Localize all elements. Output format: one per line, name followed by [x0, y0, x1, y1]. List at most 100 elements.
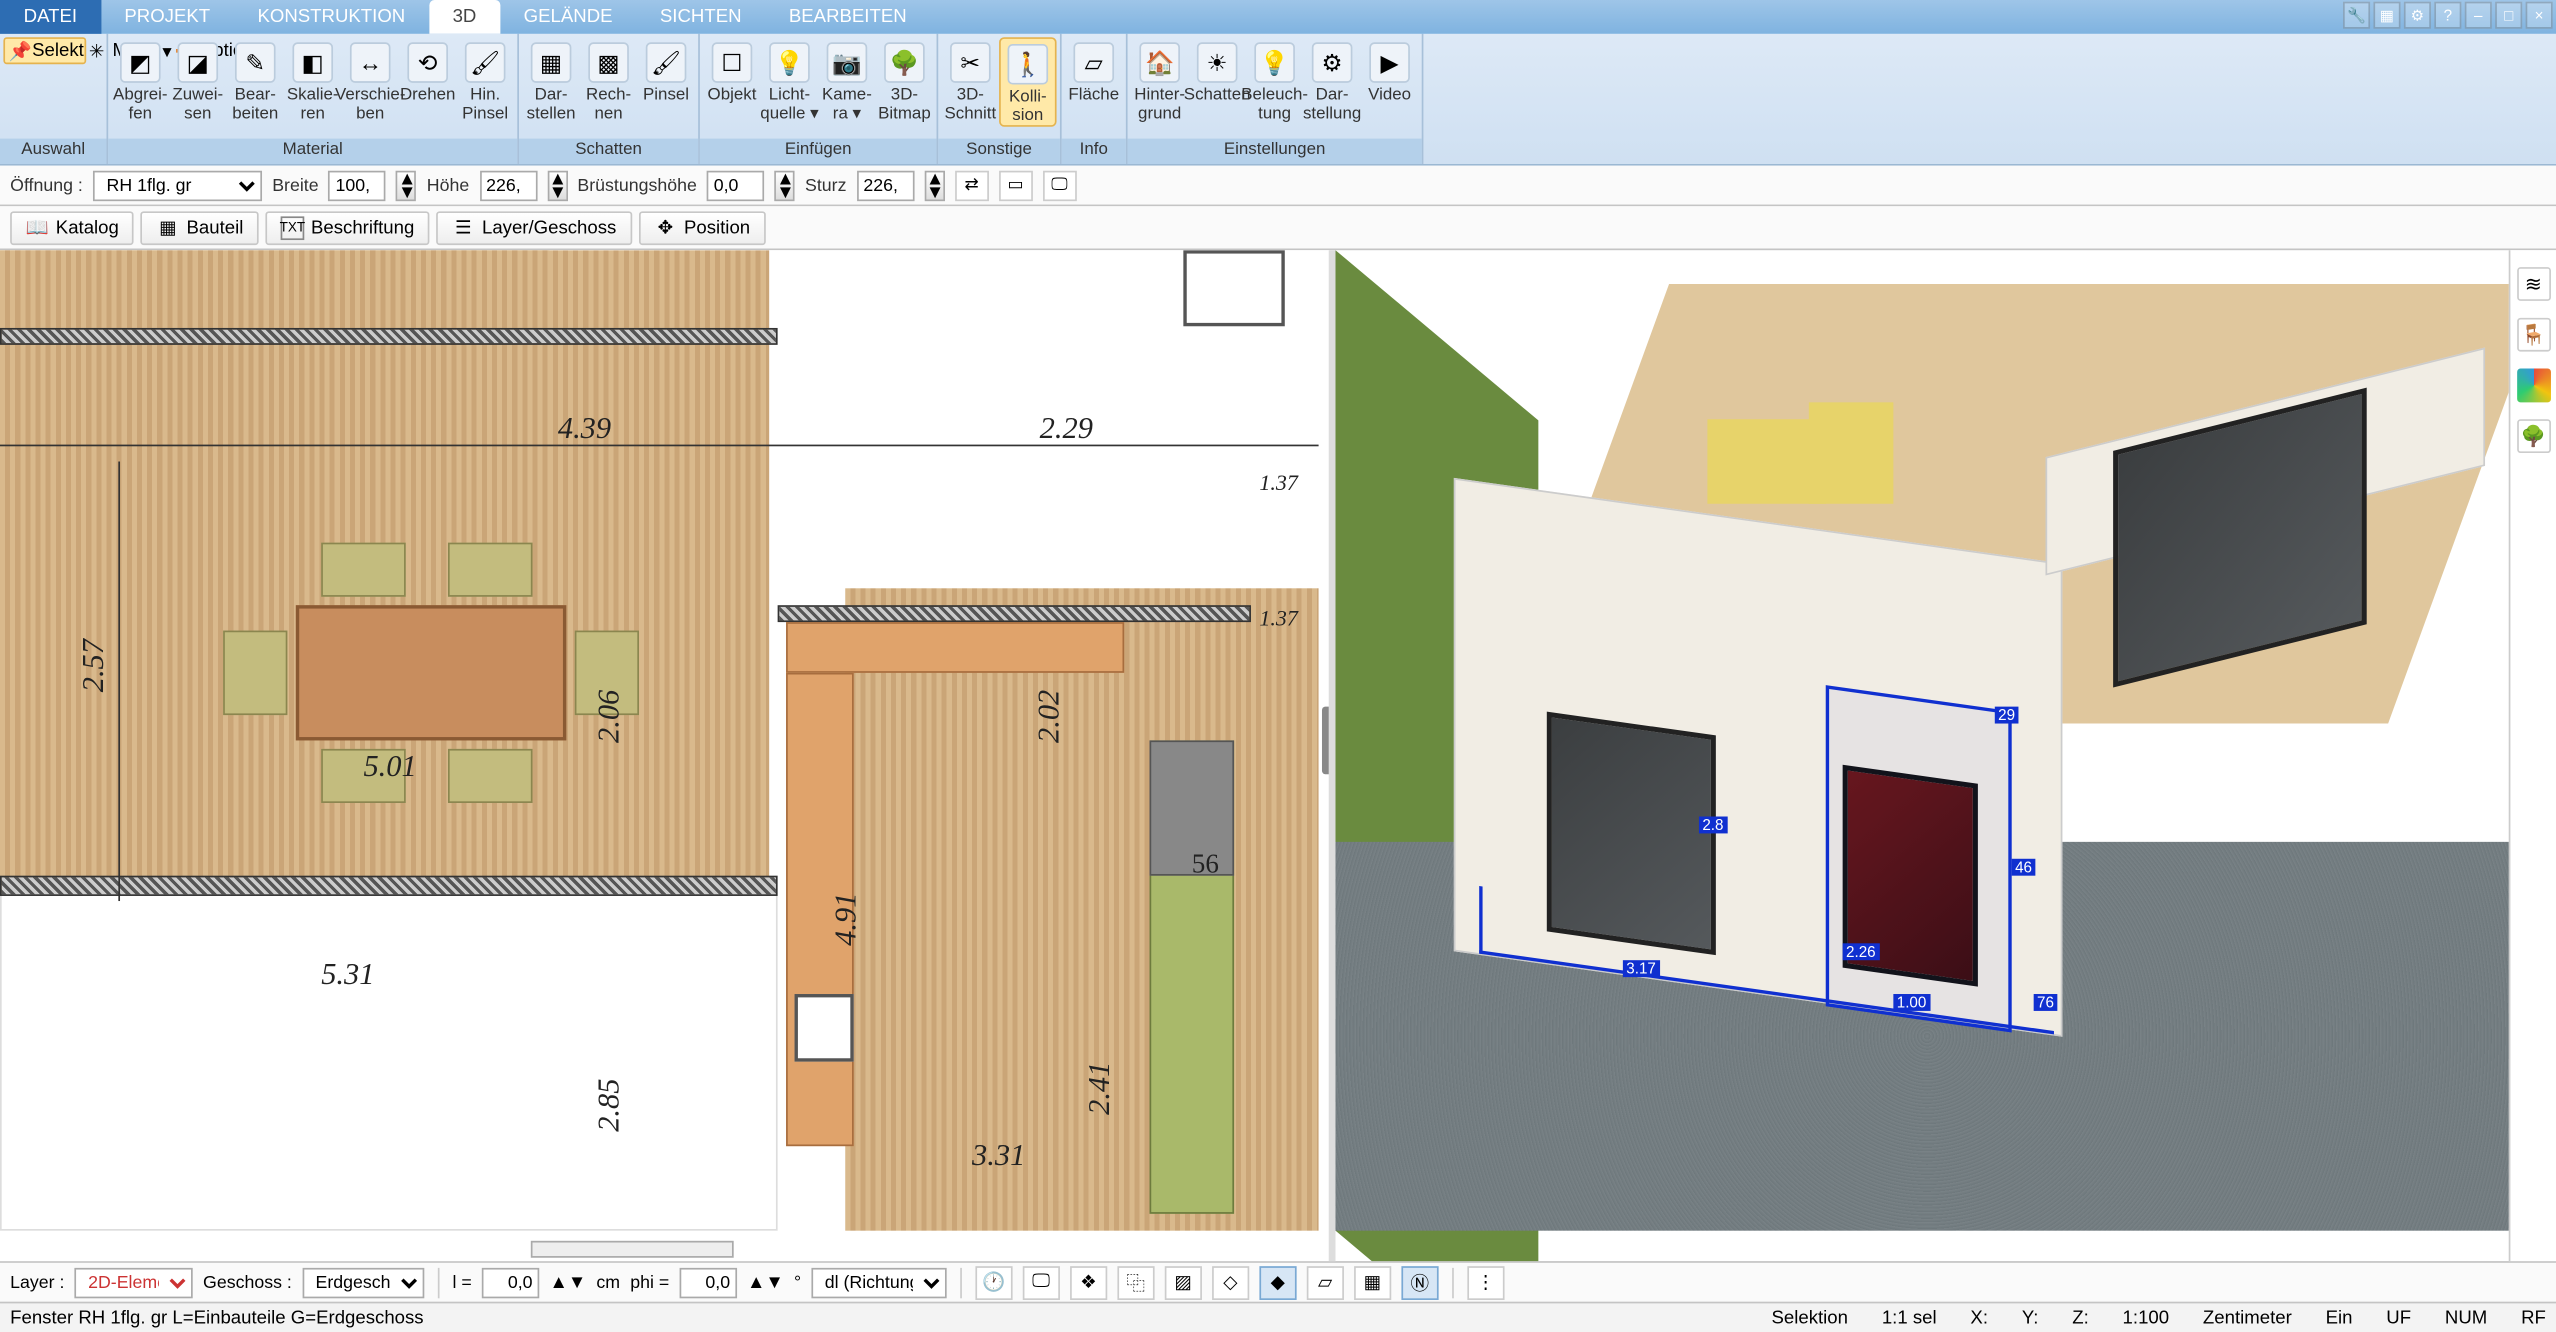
phi-label: phi = — [630, 1272, 669, 1292]
status-left: Fenster RH 1flg. gr L=Einbauteile G=Erdg… — [10, 1308, 423, 1328]
ribbon-icon: ◩ — [120, 42, 161, 83]
ribbon-icon: ◪ — [178, 42, 219, 83]
menu-tab-gelaende[interactable]: GELÄNDE — [500, 0, 636, 34]
bb-wire-icon[interactable]: ▱ — [1307, 1265, 1344, 1299]
view-2d[interactable]: 4.39 2.29 5.01 5.31 2.57 2.06 3.31 2.41 … — [0, 250, 1335, 1261]
dim-2-29: 2.29 — [1040, 411, 1093, 447]
layer-geschoss-button[interactable]: ☰Layer/Geschoss — [436, 210, 631, 244]
bb-stack-icon[interactable]: ❖ — [1070, 1265, 1107, 1299]
menu-tab-konstruktion[interactable]: KONSTRUKTION — [234, 0, 429, 34]
sturz-spinner[interactable]: ▲▼ — [924, 170, 944, 200]
splitter-handle[interactable] — [1322, 707, 1336, 775]
scrollbar-2d[interactable] — [531, 1241, 734, 1258]
menu-tab-3d[interactable]: 3D — [429, 0, 500, 34]
ribbon-darstellen-button[interactable]: ▦Dar- stellen — [522, 37, 579, 123]
side-layers-icon[interactable]: ≋ — [2516, 267, 2550, 301]
group-title-schatten: Schatten — [519, 139, 698, 164]
phi-input[interactable] — [679, 1267, 736, 1297]
ribbon-zuweisen-button[interactable]: ◪Zuwei- sen — [169, 37, 226, 123]
dim-3-31: 3.31 — [972, 1138, 1025, 1174]
status-ein: Ein — [2326, 1308, 2353, 1328]
bb-north-icon[interactable]: Ⓝ — [1401, 1265, 1438, 1299]
ribbon-flche-button[interactable]: ▱Fläche — [1065, 37, 1122, 105]
bb-shade-icon[interactable]: ◆ — [1259, 1265, 1296, 1299]
ribbon-label: Abgrei- fen — [113, 86, 168, 123]
ribbon-lichtquelle-button[interactable]: 💡Licht- quelle ▾ — [761, 37, 818, 123]
titlebar-help-icon[interactable]: ? — [2434, 2, 2461, 29]
ribbon-dbitmap-button[interactable]: 🌳3D- Bitmap — [876, 37, 933, 123]
phi-spinner[interactable]: ▲▼ — [747, 1272, 784, 1292]
ribbon-rechnen-button[interactable]: ▩Rech- nen — [580, 37, 637, 123]
titlebar-tool-icon[interactable]: 🔧 — [2343, 2, 2370, 29]
hoehe-spinner[interactable]: ▲▼ — [547, 170, 567, 200]
ribbon-drehen-button[interactable]: ⟲Drehen — [399, 37, 456, 105]
breite-spinner[interactable]: ▲▼ — [396, 170, 416, 200]
bb-monitor-icon[interactable]: 🖵 — [1023, 1265, 1060, 1299]
ribbon-dschnitt-button[interactable]: ✂3D- Schnitt — [942, 37, 999, 123]
bauteil-button[interactable]: ▦Bauteil — [141, 210, 259, 244]
titlebar-gear-icon[interactable]: ⚙ — [2404, 2, 2431, 29]
l-spinner[interactable]: ▲▼ — [549, 1272, 586, 1292]
beschriftung-button[interactable]: TXTBeschriftung — [265, 210, 429, 244]
opening-select[interactable]: RH 1flg. gr — [93, 170, 262, 200]
l-input[interactable] — [482, 1267, 539, 1297]
ribbon-abgreifen-button[interactable]: ◩Abgrei- fen — [112, 37, 169, 123]
dim-2-57: 2.57 — [76, 639, 112, 692]
ribbon-kollision-button[interactable]: 🚶Kolli- sion — [999, 37, 1056, 127]
mode-select[interactable]: dl (Richtung/Di — [811, 1267, 946, 1297]
status-bar: Fenster RH 1flg. gr L=Einbauteile G=Erdg… — [0, 1302, 2556, 1332]
position-button[interactable]: ✥Position — [638, 210, 765, 244]
titlebar-box-icon[interactable]: ▦ — [2373, 2, 2400, 29]
menu-tab-bearbeiten[interactable]: BEARBEITEN — [765, 0, 930, 34]
maximize-button[interactable]: □ — [2495, 2, 2522, 29]
ribbon-hintergrund-button[interactable]: 🏠Hinter- grund — [1131, 37, 1188, 123]
ribbon-beleuchtung-button[interactable]: 💡Beleuch- tung — [1246, 37, 1303, 123]
menu-tab-projekt[interactable]: PROJEKT — [101, 0, 234, 34]
ribbon-schatten-button[interactable]: ☀Schatten — [1188, 37, 1245, 105]
bb-menu-icon[interactable]: ⋮ — [1467, 1265, 1504, 1299]
ribbon-icon: 📷 — [827, 42, 868, 83]
sturz-input[interactable] — [857, 170, 914, 200]
minimize-button[interactable]: – — [2465, 2, 2492, 29]
ribbon-hinpinsel-button[interactable]: 🖌Hin. Pinsel — [456, 37, 513, 123]
status-unit: Zentimeter — [2203, 1308, 2292, 1328]
ribbon-label: Objekt — [708, 86, 757, 105]
floor-select[interactable]: Erdgeschos — [302, 1267, 424, 1297]
close-button[interactable]: × — [2526, 2, 2553, 29]
hoehe-label: Höhe — [427, 175, 469, 195]
status-ratio: 1:1 sel — [1882, 1308, 1937, 1328]
ribbon-icon: ↔ — [350, 42, 391, 83]
side-furniture-icon[interactable]: 🪑 — [2516, 318, 2550, 352]
status-uf: UF — [2386, 1308, 2411, 1328]
breite-input[interactable] — [329, 170, 386, 200]
bruest-spinner[interactable]: ▲▼ — [775, 170, 795, 200]
select-button[interactable]: 📌Selekt — [3, 37, 85, 64]
ribbon-verschieben-button[interactable]: ↔Verschie- ben — [341, 37, 398, 123]
side-plants-icon[interactable]: 🌳 — [2516, 419, 2550, 453]
bb-copy-icon[interactable]: ⿻ — [1117, 1265, 1154, 1299]
ribbon-skalieren-button[interactable]: ◧Skalie- ren — [284, 37, 341, 123]
menu-tab-sichten[interactable]: SICHTEN — [636, 0, 765, 34]
layer-select[interactable]: 2D-Elemen — [75, 1267, 193, 1297]
ribbon-bearbeiten-button[interactable]: ✎Bear- beiten — [227, 37, 284, 123]
anchor-icon[interactable]: ▭ — [999, 170, 1033, 200]
bb-hatch-icon[interactable]: ▨ — [1165, 1265, 1202, 1299]
dim3d-3-17: 3.17 — [1623, 960, 1659, 977]
ribbon-pinsel-button[interactable]: 🖌Pinsel — [637, 37, 694, 105]
ribbon-darstellung-button[interactable]: ⚙Dar- stellung — [1303, 37, 1360, 123]
ribbon-video-button[interactable]: ▶Video — [1361, 37, 1418, 105]
hoehe-input[interactable] — [479, 170, 536, 200]
flip-h-icon[interactable]: ⇄ — [955, 170, 989, 200]
view-icon[interactable]: 🖵 — [1043, 170, 1077, 200]
bruest-input[interactable] — [707, 170, 764, 200]
bb-layers-icon[interactable]: ◇ — [1212, 1265, 1249, 1299]
sturz-label: Sturz — [805, 175, 846, 195]
side-materials-icon[interactable] — [2516, 369, 2550, 403]
katalog-button[interactable]: 📖Katalog — [10, 210, 134, 244]
bb-grid-icon[interactable]: ▦ — [1354, 1265, 1391, 1299]
menu-tab-datei[interactable]: DATEI — [0, 0, 101, 34]
bb-clock-icon[interactable]: 🕐 — [975, 1265, 1012, 1299]
view-3d[interactable]: 3.17 2.8 1.00 2.26 29 46 76 — [1335, 250, 2508, 1261]
ribbon-kamera-button[interactable]: 📷Kame- ra ▾ — [818, 37, 875, 123]
ribbon-objekt-button[interactable]: ☐Objekt — [703, 37, 760, 105]
